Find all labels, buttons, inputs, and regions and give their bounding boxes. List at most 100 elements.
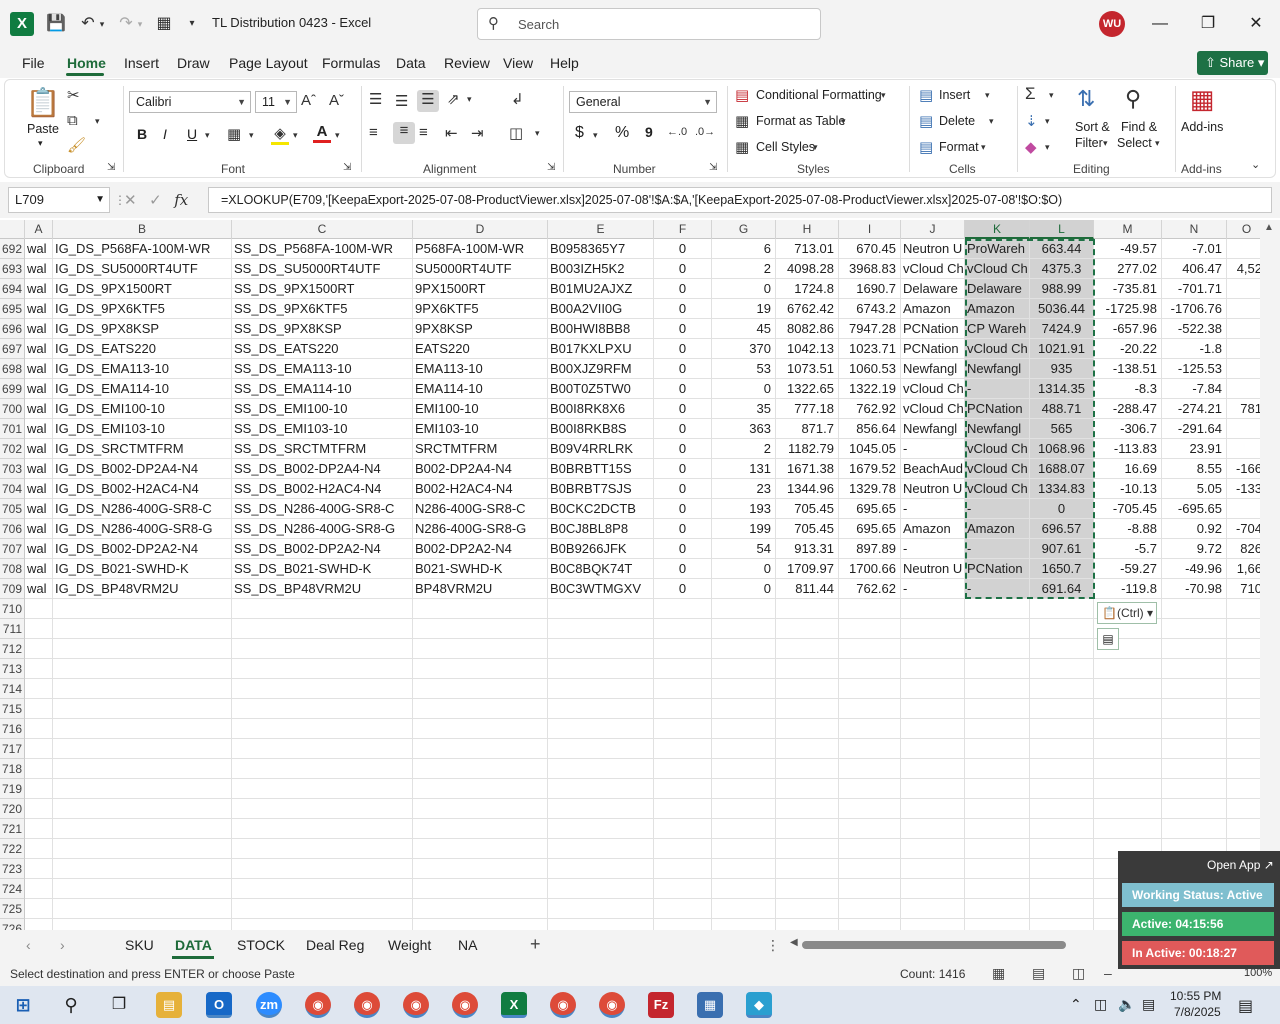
empty-cell[interactable] [1094, 739, 1162, 759]
empty-cell[interactable] [1162, 799, 1227, 819]
empty-cell[interactable] [413, 619, 548, 639]
empty-cell[interactable] [1030, 859, 1094, 879]
column-header-j[interactable]: J [901, 220, 965, 239]
empty-cell[interactable] [413, 639, 548, 659]
cell-j[interactable]: Neutron U [901, 479, 965, 499]
empty-cell[interactable] [654, 619, 712, 639]
empty-cell[interactable] [1227, 719, 1260, 739]
empty-cell[interactable] [1094, 699, 1162, 719]
cell-d[interactable]: SRCTMTFRM [413, 439, 548, 459]
decrease-decimal-icon[interactable]: .0→ [695, 126, 715, 138]
currency-dropdown-icon[interactable]: ▾ [593, 130, 598, 141]
file-explorer-icon[interactable]: ▤ [156, 992, 182, 1018]
empty-cell[interactable] [901, 799, 965, 819]
cell-e[interactable]: B00HWI8BB8 [548, 319, 654, 339]
empty-cell[interactable] [413, 599, 548, 619]
column-header-m[interactable]: M [1094, 220, 1162, 239]
cell-n[interactable]: -49.96 [1162, 559, 1227, 579]
cell-k[interactable]: vCloud Ch [965, 259, 1030, 279]
cell-b[interactable]: IG_DS_9PX6KTF5 [53, 299, 232, 319]
empty-cell[interactable] [413, 779, 548, 799]
cell-d[interactable]: 9PX6KTF5 [413, 299, 548, 319]
empty-cell[interactable] [1227, 739, 1260, 759]
empty-cell[interactable] [839, 779, 901, 799]
display-icon[interactable]: ▤ [1142, 996, 1155, 1013]
cell-k[interactable]: - [965, 499, 1030, 519]
cell-k[interactable]: PCNation [965, 559, 1030, 579]
network-icon[interactable]: ◫ [1094, 996, 1107, 1013]
empty-cell[interactable] [1227, 759, 1260, 779]
increase-decimal-icon[interactable]: ←.0 [667, 126, 687, 138]
cell-f[interactable]: 0 [654, 499, 712, 519]
align-right-icon[interactable]: ≡ [419, 124, 428, 141]
cell-n[interactable]: -701.71 [1162, 279, 1227, 299]
cell-b[interactable]: IG_DS_SRCTMTFRM [53, 439, 232, 459]
cell-g[interactable]: 193 [712, 499, 776, 519]
empty-cell[interactable] [1030, 699, 1094, 719]
empty-cell[interactable] [712, 599, 776, 619]
empty-cell[interactable] [965, 819, 1030, 839]
empty-cell[interactable] [232, 779, 413, 799]
cell-a[interactable]: wal [25, 399, 53, 419]
row-header[interactable]: 713 [0, 659, 25, 679]
cell-a[interactable]: wal [25, 299, 53, 319]
empty-cell[interactable] [776, 659, 839, 679]
cell-a[interactable]: wal [25, 239, 53, 259]
chrome-profile-icon[interactable]: ◉ [452, 992, 478, 1018]
empty-cell[interactable] [1227, 679, 1260, 699]
row-header[interactable]: 708 [0, 559, 25, 579]
cell-o[interactable] [1227, 379, 1260, 399]
tab-home[interactable]: Home [67, 55, 106, 71]
cell-n[interactable]: 0.92 [1162, 519, 1227, 539]
font-size-select[interactable]: 11 ▼ [255, 91, 297, 113]
cell-g[interactable]: 53 [712, 359, 776, 379]
row-header[interactable]: 707 [0, 539, 25, 559]
cell-styles-dropdown-icon[interactable]: ▾ [813, 142, 818, 153]
next-sheet-icon[interactable]: › [60, 937, 65, 953]
cell-e[interactable]: B01MU2AJXZ [548, 279, 654, 299]
cell-b[interactable]: IG_DS_B002-H2AC4-N4 [53, 479, 232, 499]
search-input[interactable]: ⚲ Search [477, 8, 821, 40]
cell-g[interactable]: 370 [712, 339, 776, 359]
cell-i[interactable]: 1679.52 [839, 459, 901, 479]
cell-e[interactable]: B00T0Z5TW0 [548, 379, 654, 399]
sheet-tab-deal-reg[interactable]: Deal Reg [306, 937, 364, 953]
cell-a[interactable]: wal [25, 359, 53, 379]
empty-cell[interactable] [1094, 779, 1162, 799]
cell-g[interactable]: 2 [712, 259, 776, 279]
cell-e[interactable]: B0C8BQK74T [548, 559, 654, 579]
row-header[interactable]: 698 [0, 359, 25, 379]
cell-a[interactable]: wal [25, 539, 53, 559]
empty-cell[interactable] [1094, 799, 1162, 819]
empty-cell[interactable] [53, 859, 232, 879]
empty-cell[interactable] [776, 619, 839, 639]
empty-cell[interactable] [901, 719, 965, 739]
cell-i[interactable]: 1045.05 [839, 439, 901, 459]
cell-a[interactable]: wal [25, 519, 53, 539]
cell-o[interactable] [1227, 439, 1260, 459]
empty-cell[interactable] [1030, 839, 1094, 859]
empty-cell[interactable] [25, 739, 53, 759]
chrome-profile-icon[interactable]: ◉ [550, 992, 576, 1018]
cell-j[interactable]: - [901, 499, 965, 519]
empty-cell[interactable] [901, 679, 965, 699]
cell-e[interactable]: B017KXLPXU [548, 339, 654, 359]
name-box[interactable]: L709 ▼ [8, 187, 110, 213]
empty-cell[interactable] [25, 839, 53, 859]
cell-j[interactable]: Delaware [901, 279, 965, 299]
empty-cell[interactable] [1030, 879, 1094, 899]
cell-n[interactable]: 5.05 [1162, 479, 1227, 499]
empty-cell[interactable] [548, 699, 654, 719]
empty-cell[interactable] [1030, 679, 1094, 699]
cell-l[interactable]: 691.64 [1030, 579, 1094, 599]
horizontal-scrollbar[interactable]: ◀ [790, 937, 1110, 950]
decrease-font-size-icon[interactable]: Aˇ [329, 92, 344, 109]
cell-k[interactable]: Amazon [965, 299, 1030, 319]
empty-cell[interactable] [232, 719, 413, 739]
empty-cell[interactable] [53, 919, 232, 930]
empty-cell[interactable] [965, 839, 1030, 859]
insert-cells-button[interactable]: Insert [939, 88, 970, 102]
cell-a[interactable]: wal [25, 279, 53, 299]
chrome-profile-icon[interactable]: ◉ [354, 992, 380, 1018]
empty-cell[interactable] [901, 899, 965, 919]
